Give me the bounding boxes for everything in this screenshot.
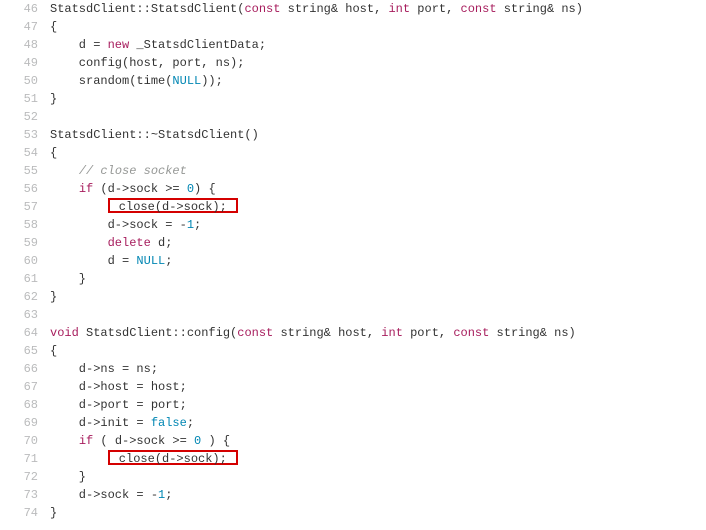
line-number: 69 [0,414,50,432]
line-number: 54 [0,144,50,162]
line-number: 74 [0,504,50,522]
line-number: 46 [0,0,50,18]
code-content: delete d; [50,234,172,252]
code-content: { [50,18,57,36]
code-line: 48 d = new _StatsdClientData; [0,36,706,54]
code-content: close(d->sock); [50,198,238,216]
code-line: 69 d->init = false; [0,414,706,432]
code-content: StatsdClient::~StatsdClient() [50,126,259,144]
code-content: } [50,90,57,108]
code-content: d->init = false; [50,414,194,432]
code-line: 46StatsdClient::StatsdClient(const strin… [0,0,706,18]
code-line: 67 d->host = host; [0,378,706,396]
code-line: 73 d->sock = -1; [0,486,706,504]
line-number: 62 [0,288,50,306]
code-line: 58 d->sock = -1; [0,216,706,234]
code-line: 60 d = NULL; [0,252,706,270]
line-number: 60 [0,252,50,270]
code-line: 53StatsdClient::~StatsdClient() [0,126,706,144]
line-number: 50 [0,72,50,90]
highlighted-code: close(d->sock); [108,450,238,465]
code-line: 54{ [0,144,706,162]
code-line: 70 if ( d->sock >= 0 ) { [0,432,706,450]
line-number: 55 [0,162,50,180]
code-content: d->sock = -1; [50,216,201,234]
line-number: 56 [0,180,50,198]
code-content: d->ns = ns; [50,360,158,378]
code-line: 57 close(d->sock); [0,198,706,216]
line-number: 70 [0,432,50,450]
code-line: 65{ [0,342,706,360]
code-content: } [50,270,86,288]
code-content: } [50,288,57,306]
code-line: 55 // close socket [0,162,706,180]
code-content: close(d->sock); [50,450,238,468]
line-number: 53 [0,126,50,144]
code-line: 51} [0,90,706,108]
code-line: 74} [0,504,706,522]
code-content: // close socket [50,162,187,180]
code-content: } [50,468,86,486]
code-line: 52 [0,108,706,126]
code-content: void StatsdClient::config(const string& … [50,324,576,342]
code-line: 50 srandom(time(NULL)); [0,72,706,90]
line-number: 71 [0,450,50,468]
code-content: config(host, port, ns); [50,54,244,72]
line-number: 65 [0,342,50,360]
line-number: 48 [0,36,50,54]
code-line: 72 } [0,468,706,486]
code-line: 64void StatsdClient::config(const string… [0,324,706,342]
code-line: 66 d->ns = ns; [0,360,706,378]
line-number: 57 [0,198,50,216]
line-number: 51 [0,90,50,108]
line-number: 63 [0,306,50,324]
code-content: d->port = port; [50,396,187,414]
code-line: 68 d->port = port; [0,396,706,414]
line-number: 66 [0,360,50,378]
line-number: 59 [0,234,50,252]
line-number: 52 [0,108,50,126]
code-line: 63 [0,306,706,324]
line-number: 61 [0,270,50,288]
code-content: d = NULL; [50,252,172,270]
line-number: 73 [0,486,50,504]
code-block: 46StatsdClient::StatsdClient(const strin… [0,0,706,522]
code-content: { [50,144,57,162]
code-content: d = new _StatsdClientData; [50,36,266,54]
code-line: 59 delete d; [0,234,706,252]
line-number: 58 [0,216,50,234]
line-number: 47 [0,18,50,36]
line-number: 49 [0,54,50,72]
code-content: { [50,342,57,360]
code-content: d->host = host; [50,378,187,396]
code-content: if ( d->sock >= 0 ) { [50,432,230,450]
line-number: 64 [0,324,50,342]
code-content: d->sock = -1; [50,486,172,504]
line-number: 68 [0,396,50,414]
code-line: 56 if (d->sock >= 0) { [0,180,706,198]
code-content: } [50,504,57,522]
line-number: 72 [0,468,50,486]
code-line: 71 close(d->sock); [0,450,706,468]
code-line: 47{ [0,18,706,36]
code-line: 61 } [0,270,706,288]
code-line: 49 config(host, port, ns); [0,54,706,72]
code-content: StatsdClient::StatsdClient(const string&… [50,0,583,18]
highlighted-code: close(d->sock); [108,198,238,213]
code-line: 62} [0,288,706,306]
code-content: srandom(time(NULL)); [50,72,223,90]
line-number: 67 [0,378,50,396]
code-content: if (d->sock >= 0) { [50,180,216,198]
